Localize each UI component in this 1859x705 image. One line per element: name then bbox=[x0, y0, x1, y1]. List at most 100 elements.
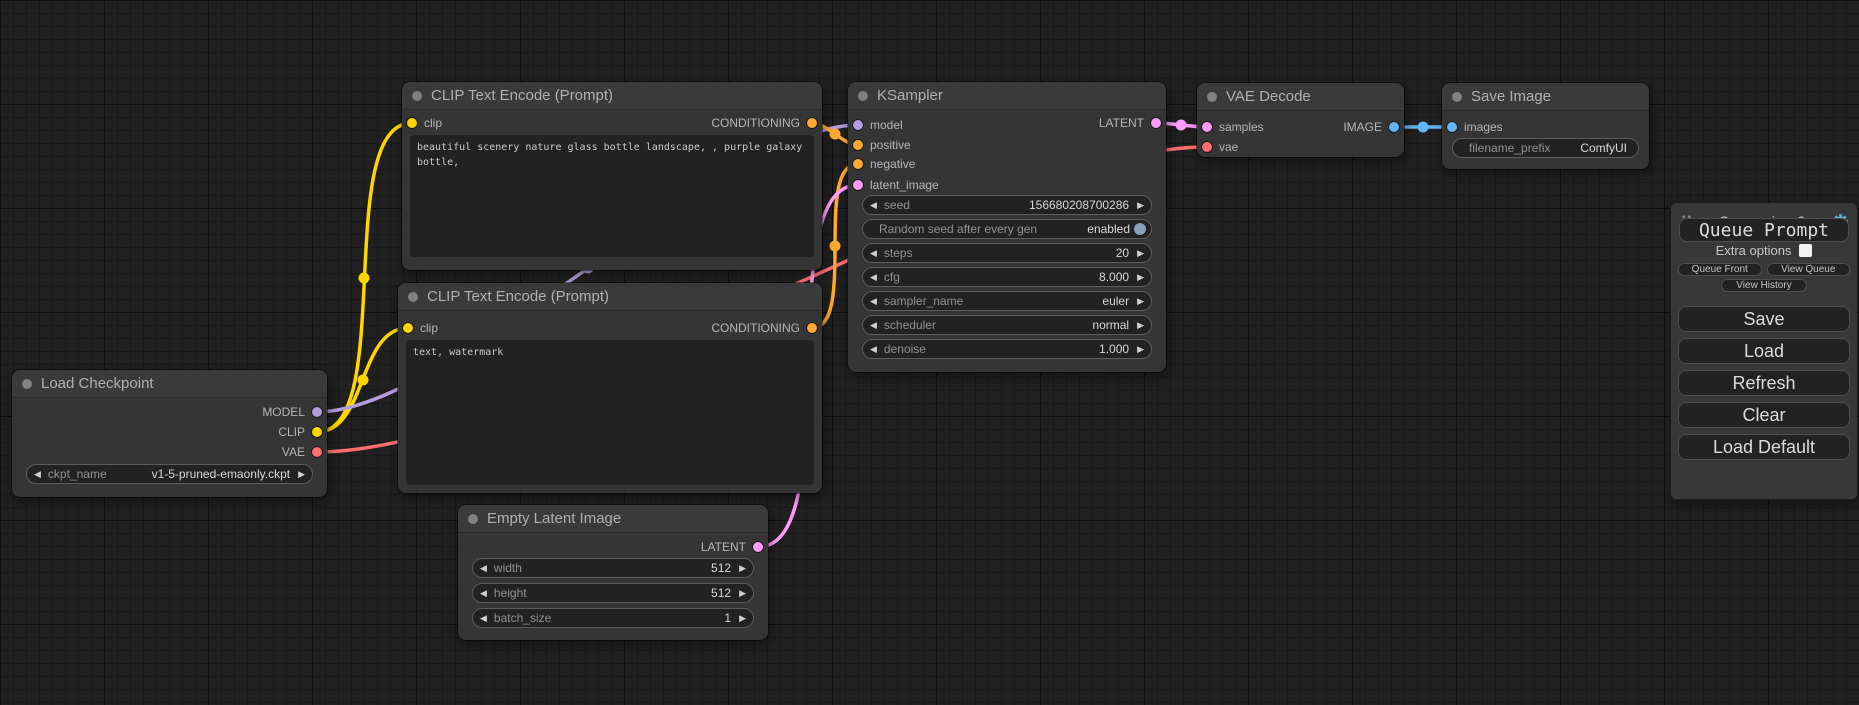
decrement-arrow-icon[interactable]: ◀ bbox=[870, 321, 877, 330]
decrement-arrow-icon[interactable]: ◀ bbox=[34, 470, 41, 479]
widget-sampler-name[interactable]: ◀ sampler_name euler ▶ bbox=[862, 291, 1152, 311]
link-midpoint-dot[interactable] bbox=[830, 241, 841, 252]
increment-arrow-icon[interactable]: ▶ bbox=[739, 564, 746, 573]
node-collapse-dot[interactable] bbox=[1207, 92, 1217, 102]
save-button[interactable]: Save bbox=[1678, 306, 1850, 332]
node-save-image[interactable]: Save Image images filename_prefix ComfyU… bbox=[1442, 83, 1649, 169]
node-collapse-dot[interactable] bbox=[858, 91, 868, 101]
widget-filename-prefix[interactable]: filename_prefix ComfyUI bbox=[1452, 138, 1639, 158]
node-collapse-dot[interactable] bbox=[408, 292, 418, 302]
model-port-icon[interactable] bbox=[312, 407, 322, 417]
queue-prompt-button[interactable]: Queue Prompt bbox=[1679, 218, 1849, 242]
node-collapse-dot[interactable] bbox=[22, 379, 32, 389]
node-collapse-dot[interactable] bbox=[412, 91, 422, 101]
latent-port-icon[interactable] bbox=[1151, 118, 1161, 128]
node-vae-decode[interactable]: VAE Decode samples vae IMAGE bbox=[1197, 83, 1404, 157]
widget-seed[interactable]: ◀ seed 156680208700286 ▶ bbox=[862, 195, 1152, 215]
refresh-button[interactable]: Refresh bbox=[1678, 370, 1850, 396]
node-title-bar[interactable]: Empty Latent Image bbox=[458, 505, 768, 533]
decrement-arrow-icon[interactable]: ◀ bbox=[480, 564, 487, 573]
model-port-icon[interactable] bbox=[853, 120, 863, 130]
widget-height[interactable]: ◀ height 512 ▶ bbox=[472, 583, 754, 603]
latent-port-icon[interactable] bbox=[853, 180, 863, 190]
widget-denoise[interactable]: ◀ denoise 1.000 ▶ bbox=[862, 339, 1152, 359]
conditioning-port-icon[interactable] bbox=[853, 159, 863, 169]
link-midpoint-dot[interactable] bbox=[358, 375, 369, 386]
decrement-arrow-icon[interactable]: ◀ bbox=[870, 345, 877, 354]
queue-front-button[interactable]: Queue Front bbox=[1678, 263, 1762, 276]
widget-ckpt-name[interactable]: ◀ ckpt_name v1-5-pruned-emaonly.ckpt ▶ bbox=[26, 464, 313, 484]
node-empty-latent-image[interactable]: Empty Latent Image LATENT ◀ width 512 ▶ … bbox=[458, 505, 768, 640]
increment-arrow-icon[interactable]: ▶ bbox=[739, 614, 746, 623]
widget-label: scheduler bbox=[884, 318, 936, 332]
node-clip-text-encode-positive[interactable]: CLIP Text Encode (Prompt) clip CONDITION… bbox=[402, 82, 822, 270]
toggle-enabled-icon[interactable] bbox=[1134, 223, 1146, 235]
latent-port-icon[interactable] bbox=[753, 542, 763, 552]
view-queue-button[interactable]: View Queue bbox=[1767, 263, 1851, 276]
increment-arrow-icon[interactable]: ▶ bbox=[298, 470, 305, 479]
vae-port-icon[interactable] bbox=[312, 447, 322, 457]
node-graph-canvas[interactable]: Load Checkpoint MODEL CLIP VAE ◀ ckpt_na… bbox=[0, 0, 1859, 705]
node-load-checkpoint[interactable]: Load Checkpoint MODEL CLIP VAE ◀ ckpt_na… bbox=[12, 370, 327, 497]
conditioning-port-icon[interactable] bbox=[853, 140, 863, 150]
decrement-arrow-icon[interactable]: ◀ bbox=[870, 249, 877, 258]
increment-arrow-icon[interactable]: ▶ bbox=[1137, 273, 1144, 282]
link-midpoint-dot[interactable] bbox=[1418, 122, 1429, 133]
increment-arrow-icon[interactable]: ▶ bbox=[1137, 249, 1144, 258]
conditioning-port-icon[interactable] bbox=[807, 118, 817, 128]
link-midpoint-dot[interactable] bbox=[359, 273, 370, 284]
link-midpoint-dot[interactable] bbox=[830, 129, 841, 140]
clip-port-icon[interactable] bbox=[407, 118, 417, 128]
clip-port-icon[interactable] bbox=[312, 427, 322, 437]
decrement-arrow-icon[interactable]: ◀ bbox=[480, 589, 487, 598]
node-title-bar[interactable]: CLIP Text Encode (Prompt) bbox=[402, 82, 822, 110]
view-history-button[interactable]: View History bbox=[1721, 279, 1807, 292]
latent-port-icon[interactable] bbox=[1202, 122, 1212, 132]
increment-arrow-icon[interactable]: ▶ bbox=[1137, 321, 1144, 330]
input-slot-positive: positive bbox=[853, 135, 911, 155]
widget-batch-size[interactable]: ◀ batch_size 1 ▶ bbox=[472, 608, 754, 628]
widget-width[interactable]: ◀ width 512 ▶ bbox=[472, 558, 754, 578]
conditioning-port-icon[interactable] bbox=[807, 323, 817, 333]
load-default-button[interactable]: Load Default bbox=[1678, 434, 1850, 460]
image-port-icon[interactable] bbox=[1447, 122, 1457, 132]
increment-arrow-icon[interactable]: ▶ bbox=[739, 589, 746, 598]
increment-arrow-icon[interactable]: ▶ bbox=[1137, 201, 1144, 210]
node-title-bar[interactable]: CLIP Text Encode (Prompt) bbox=[398, 283, 822, 311]
node-title-bar[interactable]: Save Image bbox=[1442, 83, 1649, 111]
prompt-textarea[interactable]: text, watermark bbox=[406, 340, 814, 485]
decrement-arrow-icon[interactable]: ◀ bbox=[870, 273, 877, 282]
widget-scheduler[interactable]: ◀ scheduler normal ▶ bbox=[862, 315, 1152, 335]
widget-random-seed-toggle[interactable]: Random seed after every gen enabled bbox=[862, 219, 1152, 239]
clear-button[interactable]: Clear bbox=[1678, 402, 1850, 428]
load-button[interactable]: Load bbox=[1678, 338, 1850, 364]
node-title-bar[interactable]: Load Checkpoint bbox=[12, 370, 327, 398]
increment-arrow-icon[interactable]: ▶ bbox=[1137, 345, 1144, 354]
input-label: model bbox=[870, 118, 903, 132]
node-title-bar[interactable]: KSampler bbox=[848, 82, 1166, 110]
decrement-arrow-icon[interactable]: ◀ bbox=[870, 297, 877, 306]
widget-steps[interactable]: ◀ steps 20 ▶ bbox=[862, 243, 1152, 263]
input-label: samples bbox=[1219, 120, 1264, 134]
node-title: VAE Decode bbox=[1226, 88, 1311, 105]
widget-label: filename_prefix bbox=[1469, 141, 1550, 155]
output-slot-image: IMAGE bbox=[1343, 117, 1399, 137]
widget-cfg[interactable]: ◀ cfg 8.000 ▶ bbox=[862, 267, 1152, 287]
extra-options-checkbox[interactable] bbox=[1799, 244, 1812, 257]
clip-port-icon[interactable] bbox=[403, 323, 413, 333]
increment-arrow-icon[interactable]: ▶ bbox=[1137, 297, 1144, 306]
node-collapse-dot[interactable] bbox=[1452, 92, 1462, 102]
prompt-textarea[interactable]: beautiful scenery nature glass bottle la… bbox=[410, 135, 814, 257]
link-midpoint-dot[interactable] bbox=[1176, 120, 1187, 131]
node-clip-text-encode-negative[interactable]: CLIP Text Encode (Prompt) clip CONDITION… bbox=[398, 283, 822, 493]
image-port-icon[interactable] bbox=[1389, 122, 1399, 132]
widget-value: euler bbox=[1102, 294, 1129, 308]
node-ksampler[interactable]: KSampler model positive negative latent_… bbox=[848, 82, 1166, 372]
decrement-arrow-icon[interactable]: ◀ bbox=[480, 614, 487, 623]
vae-port-icon[interactable] bbox=[1202, 142, 1212, 152]
node-title-bar[interactable]: VAE Decode bbox=[1197, 83, 1404, 111]
node-collapse-dot[interactable] bbox=[468, 514, 478, 524]
decrement-arrow-icon[interactable]: ◀ bbox=[870, 201, 877, 210]
output-label: MODEL bbox=[262, 405, 305, 419]
queue-panel[interactable]: Queue size: 0 Queue Prompt Extra options… bbox=[1671, 203, 1857, 499]
